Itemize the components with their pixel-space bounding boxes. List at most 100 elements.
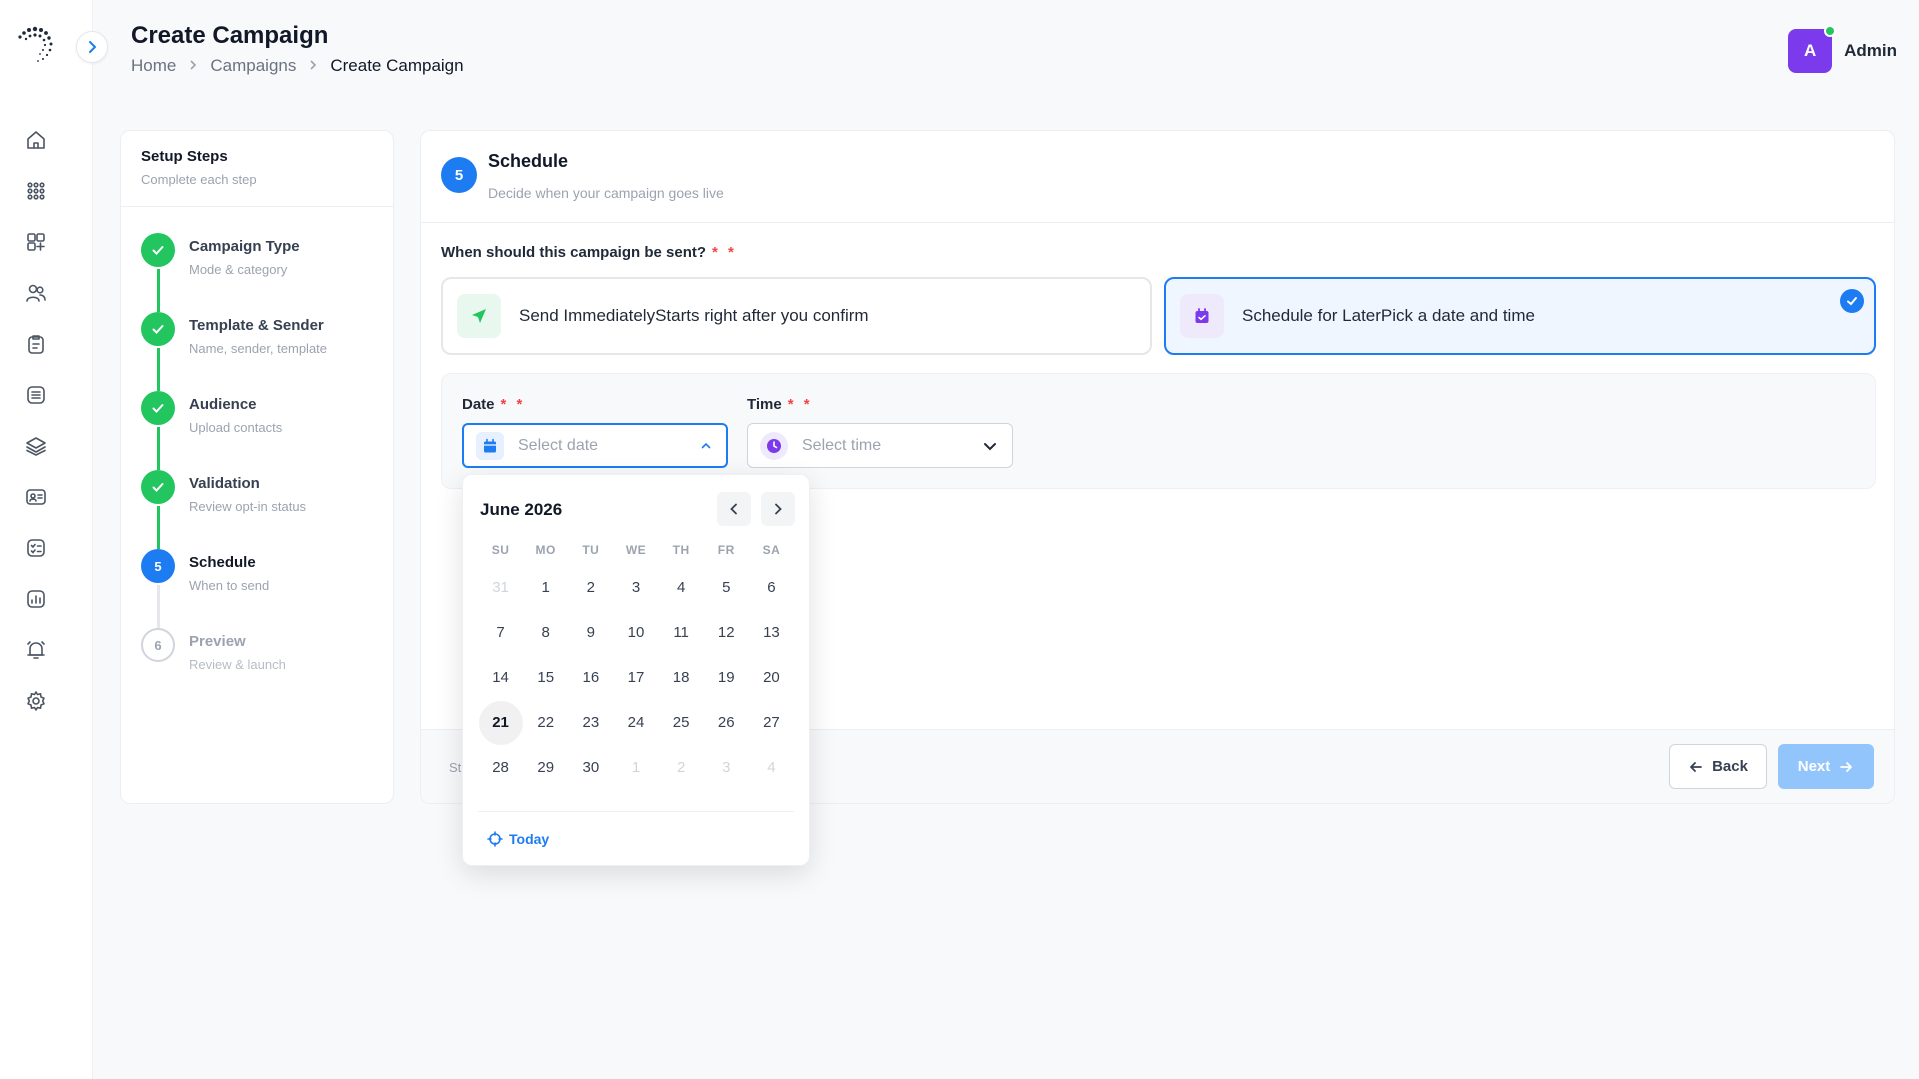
next-month-button[interactable] <box>761 492 795 526</box>
calendar-day[interactable]: 13 <box>749 610 794 655</box>
step-validation[interactable]: Validation Review opt-in status <box>141 470 306 514</box>
previous-month-button[interactable] <box>717 492 751 526</box>
next-button[interactable]: Next <box>1778 744 1874 789</box>
step-template-sender[interactable]: Template & Sender Name, sender, template <box>141 312 327 356</box>
date-label-text: Date <box>462 396 495 413</box>
option-label: Schedule for LaterPick a date and time <box>1242 306 1535 325</box>
nav-widgets[interactable] <box>20 226 52 258</box>
calendar-day[interactable]: 24 <box>613 700 658 745</box>
step-audience[interactable]: Audience Upload contacts <box>141 391 282 435</box>
step-subtitle: When to send <box>189 578 270 593</box>
step-campaign-type[interactable]: Campaign Type Mode & category <box>141 233 300 277</box>
check-icon <box>141 233 175 267</box>
calendar-day[interactable]: 4 <box>659 565 704 610</box>
calendar-day[interactable]: 1 <box>613 745 658 790</box>
arrow-left-icon <box>1690 761 1702 772</box>
calendar-day[interactable]: 16 <box>568 655 613 700</box>
alarm-bell-icon <box>27 641 45 659</box>
calendar-day[interactable]: 29 <box>523 745 568 790</box>
calendar-day[interactable]: 3 <box>613 565 658 610</box>
calendar-day[interactable]: 25 <box>659 700 704 745</box>
step-subtitle: Mode & category <box>189 262 288 277</box>
nav-list[interactable] <box>20 379 52 411</box>
chevron-up-icon <box>700 440 712 452</box>
calendar-day-number: 3 <box>722 759 731 776</box>
calendar-day[interactable]: 10 <box>613 610 658 655</box>
chevron-right-icon <box>89 41 96 53</box>
calendar-day[interactable]: 30 <box>568 745 613 790</box>
schedule-later-option[interactable]: Schedule for LaterPick a date and time <box>1164 277 1876 355</box>
nav-checklist[interactable] <box>20 532 52 564</box>
calendar-icon <box>476 431 504 460</box>
time-picker-input[interactable]: Select time <box>747 423 1013 468</box>
calendar-day[interactable]: 1 <box>523 565 568 610</box>
calendar-day-number: 27 <box>763 714 780 731</box>
sidebar-expand-button[interactable] <box>76 31 108 63</box>
breadcrumb-home[interactable]: Home <box>131 56 176 76</box>
user-name: Admin <box>1844 41 1897 60</box>
calendar-day[interactable]: 20 <box>749 655 794 700</box>
nav-alarms[interactable] <box>20 634 52 666</box>
calendar-day-number: 31 <box>492 579 509 596</box>
sidebar-rail <box>0 0 108 1079</box>
date-picker-input[interactable]: Select date <box>462 423 728 468</box>
calendar-day[interactable]: 9 <box>568 610 613 655</box>
calendar-day[interactable]: 2 <box>568 565 613 610</box>
calendar-day[interactable]: 4 <box>749 745 794 790</box>
step-title: Campaign Type <box>189 238 300 255</box>
step-schedule[interactable]: 5 Schedule When to send <box>141 549 269 593</box>
calendar-day-number: 2 <box>586 579 596 596</box>
calendar-day[interactable]: 3 <box>704 745 749 790</box>
nav-apps[interactable] <box>20 175 52 207</box>
breadcrumb: Home Campaigns Create Campaign <box>131 56 464 76</box>
calendar-day[interactable]: 19 <box>704 655 749 700</box>
nav-layers[interactable] <box>20 430 52 462</box>
nav-home[interactable] <box>20 124 52 156</box>
nav-settings[interactable] <box>20 685 52 717</box>
calendar-day[interactable]: 28 <box>478 745 523 790</box>
calendar-day[interactable]: 15 <box>523 655 568 700</box>
calendar-day[interactable]: 8 <box>523 610 568 655</box>
calendar-day[interactable]: 18 <box>659 655 704 700</box>
calendar-grid: SU MO TU WE TH FR SA 31 1 2 3 4 5 6 7 8 9 10 11 12 13 14 15 16 1… <box>478 535 794 790</box>
weekday-header: SU <box>491 543 510 557</box>
nav-clipboard[interactable] <box>20 328 52 360</box>
calendar-day[interactable]: 6 <box>749 565 794 610</box>
calendar-day[interactable]: 27 <box>749 700 794 745</box>
time-placeholder: Select time <box>802 436 882 454</box>
section-subtitle: Decide when your campaign goes live <box>488 185 724 201</box>
step-preview[interactable]: 6 Preview Review & launch <box>141 628 286 672</box>
calendar-day-number: 9 <box>586 624 596 641</box>
send-immediately-option[interactable]: Send ImmediatelyStarts right after you c… <box>441 277 1152 355</box>
calendar-day-number: 13 <box>763 624 780 641</box>
calendar-day[interactable]: 17 <box>613 655 658 700</box>
today-button[interactable]: Today <box>487 831 549 847</box>
back-button-label: Back <box>1712 758 1748 775</box>
calendar-day-number: 11 <box>673 624 689 641</box>
time-label: Time * * <box>747 396 813 413</box>
calendar-day[interactable]: 22 <box>523 700 568 745</box>
calendar-day[interactable]: 26 <box>704 700 749 745</box>
calendar-day[interactable]: 12 <box>704 610 749 655</box>
calendar-day[interactable]: 23 <box>568 700 613 745</box>
nav-contacts[interactable] <box>20 481 52 513</box>
brand-logo[interactable] <box>14 24 56 66</box>
step-badge: 5 <box>441 157 477 193</box>
calendar-day-selected[interactable]: 21 <box>478 700 523 745</box>
nav-users[interactable] <box>20 277 52 309</box>
back-button[interactable]: Back <box>1669 744 1767 789</box>
send-time-question: When should this campaign be sent? * * <box>441 244 737 261</box>
nav-analytics[interactable] <box>20 583 52 615</box>
calendar-day[interactable]: 2 <box>659 745 704 790</box>
user-menu[interactable]: A Admin <box>1788 25 1897 73</box>
calendar-day[interactable]: 5 <box>704 565 749 610</box>
calendar-day[interactable]: 11 <box>659 610 704 655</box>
date-picker-popup: June 2026 SU MO TU WE TH FR SA 31 1 2 3 4 5 6 7 8 9 10 11 1… <box>462 474 810 866</box>
users-icon <box>26 284 46 302</box>
calendar-day[interactable]: 7 <box>478 610 523 655</box>
avatar[interactable]: A <box>1788 25 1837 73</box>
calendar-day[interactable]: 14 <box>478 655 523 700</box>
calendar-day[interactable]: 31 <box>478 565 523 610</box>
breadcrumb-campaigns[interactable]: Campaigns <box>210 56 296 76</box>
chevron-down-icon <box>982 438 998 454</box>
